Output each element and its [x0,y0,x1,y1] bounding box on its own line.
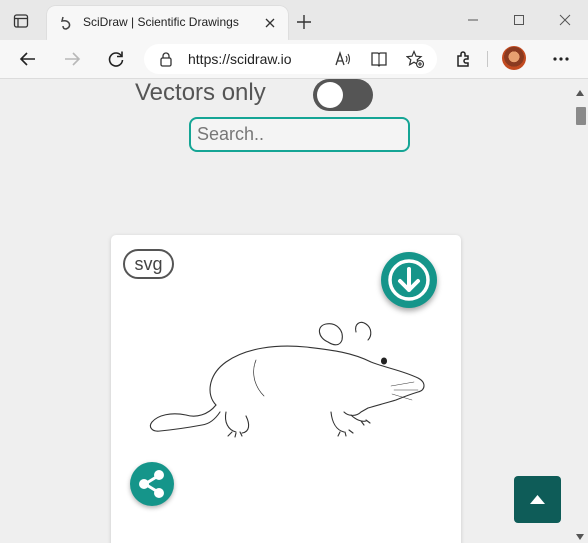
format-badge: svg [123,249,174,279]
download-icon [388,259,430,301]
browser-tab[interactable]: SciDraw | Scientific Drawings [47,6,288,40]
more-icon[interactable] [551,49,571,69]
scroll-down-arrow-icon[interactable] [576,527,584,540]
address-bar[interactable]: https://scidraw.io [144,44,437,74]
scrollbar[interactable] [572,79,588,543]
scroll-thumb[interactable] [576,107,586,125]
tab-title: SciDraw | Scientific Drawings [83,15,239,29]
add-favorite-icon[interactable] [405,49,425,69]
drawing-card[interactable]: svg [111,235,461,543]
extensions-icon[interactable] [454,49,474,69]
vectors-only-toggle[interactable] [313,79,373,111]
scroll-to-top-button[interactable] [514,476,561,523]
page-content: Vectors only svg [0,79,588,543]
scidraw-favicon [58,15,74,31]
download-button[interactable] [381,252,437,308]
plus-icon[interactable] [295,13,313,31]
share-button[interactable] [130,462,174,506]
scroll-up-arrow-icon[interactable] [576,83,584,96]
close-icon[interactable] [262,15,278,31]
forward-icon[interactable] [62,49,82,69]
browser-toolbar: https://scidraw.io [0,40,588,79]
refresh-icon[interactable] [106,49,126,69]
toggle-knob [317,82,343,108]
minimize-icon[interactable] [464,12,482,28]
share-icon [139,470,164,498]
toolbar-divider [487,51,488,67]
back-icon[interactable] [18,49,38,69]
url-text[interactable]: https://scidraw.io [188,51,292,67]
mouse-drawing [146,320,431,450]
scroll-to-top-icon [530,495,545,504]
maximize-icon[interactable] [510,12,528,28]
profile-avatar[interactable] [502,46,526,70]
read-aloud-icon[interactable] [334,50,352,68]
tab-actions-icon[interactable] [11,11,31,31]
search-input[interactable] [189,117,410,152]
lock-icon[interactable] [158,51,174,67]
vectors-only-label: Vectors only [135,79,266,106]
reader-view-icon[interactable] [370,50,388,68]
close-window-icon[interactable] [556,12,574,28]
browser-tab-bar: SciDraw | Scientific Drawings [0,0,588,40]
